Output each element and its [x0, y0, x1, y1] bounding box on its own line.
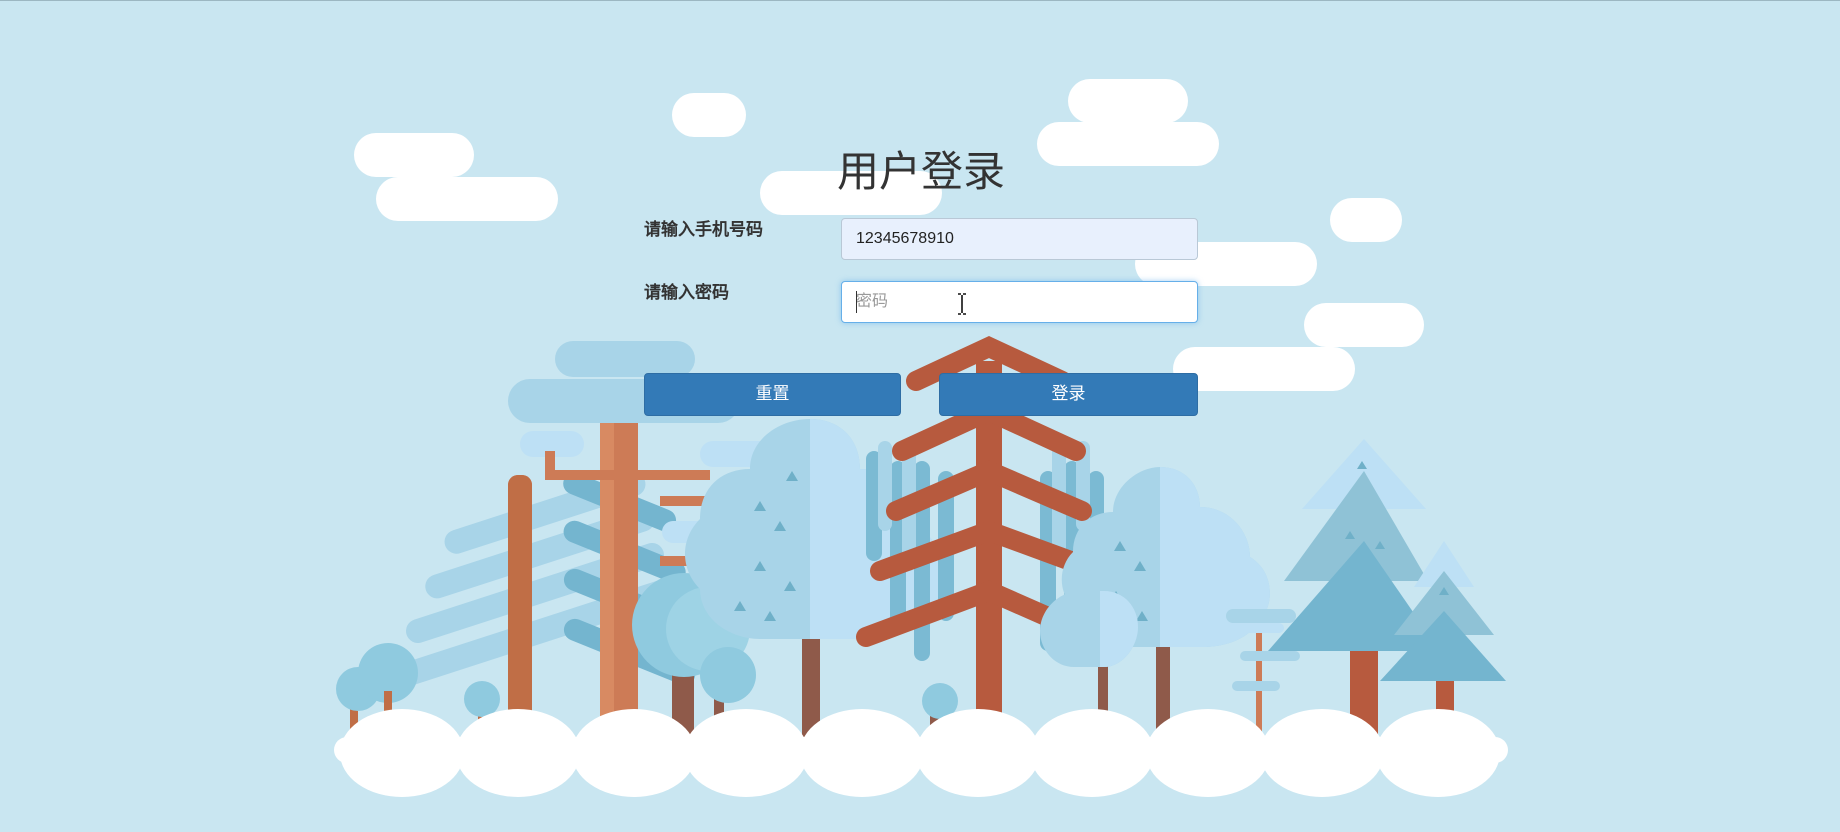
phone-label: 请输入手机号码 — [644, 220, 763, 240]
password-input[interactable] — [841, 281, 1198, 323]
text-caret — [856, 291, 857, 313]
snow-ground — [334, 709, 1508, 797]
login-page: 用户登录 请输入手机号码 请输入密码 重置 登录 — [0, 0, 1840, 832]
right-pines — [1268, 439, 1506, 741]
reset-button[interactable]: 重置 — [644, 373, 901, 416]
phone-input[interactable] — [841, 218, 1198, 260]
password-label: 请输入密码 — [644, 283, 729, 303]
text-cursor-icon — [958, 293, 966, 315]
login-form: 用户登录 请输入手机号码 请输入密码 重置 登录 — [644, 141, 1198, 421]
login-button[interactable]: 登录 — [939, 373, 1198, 416]
page-title: 用户登录 — [836, 147, 1005, 196]
